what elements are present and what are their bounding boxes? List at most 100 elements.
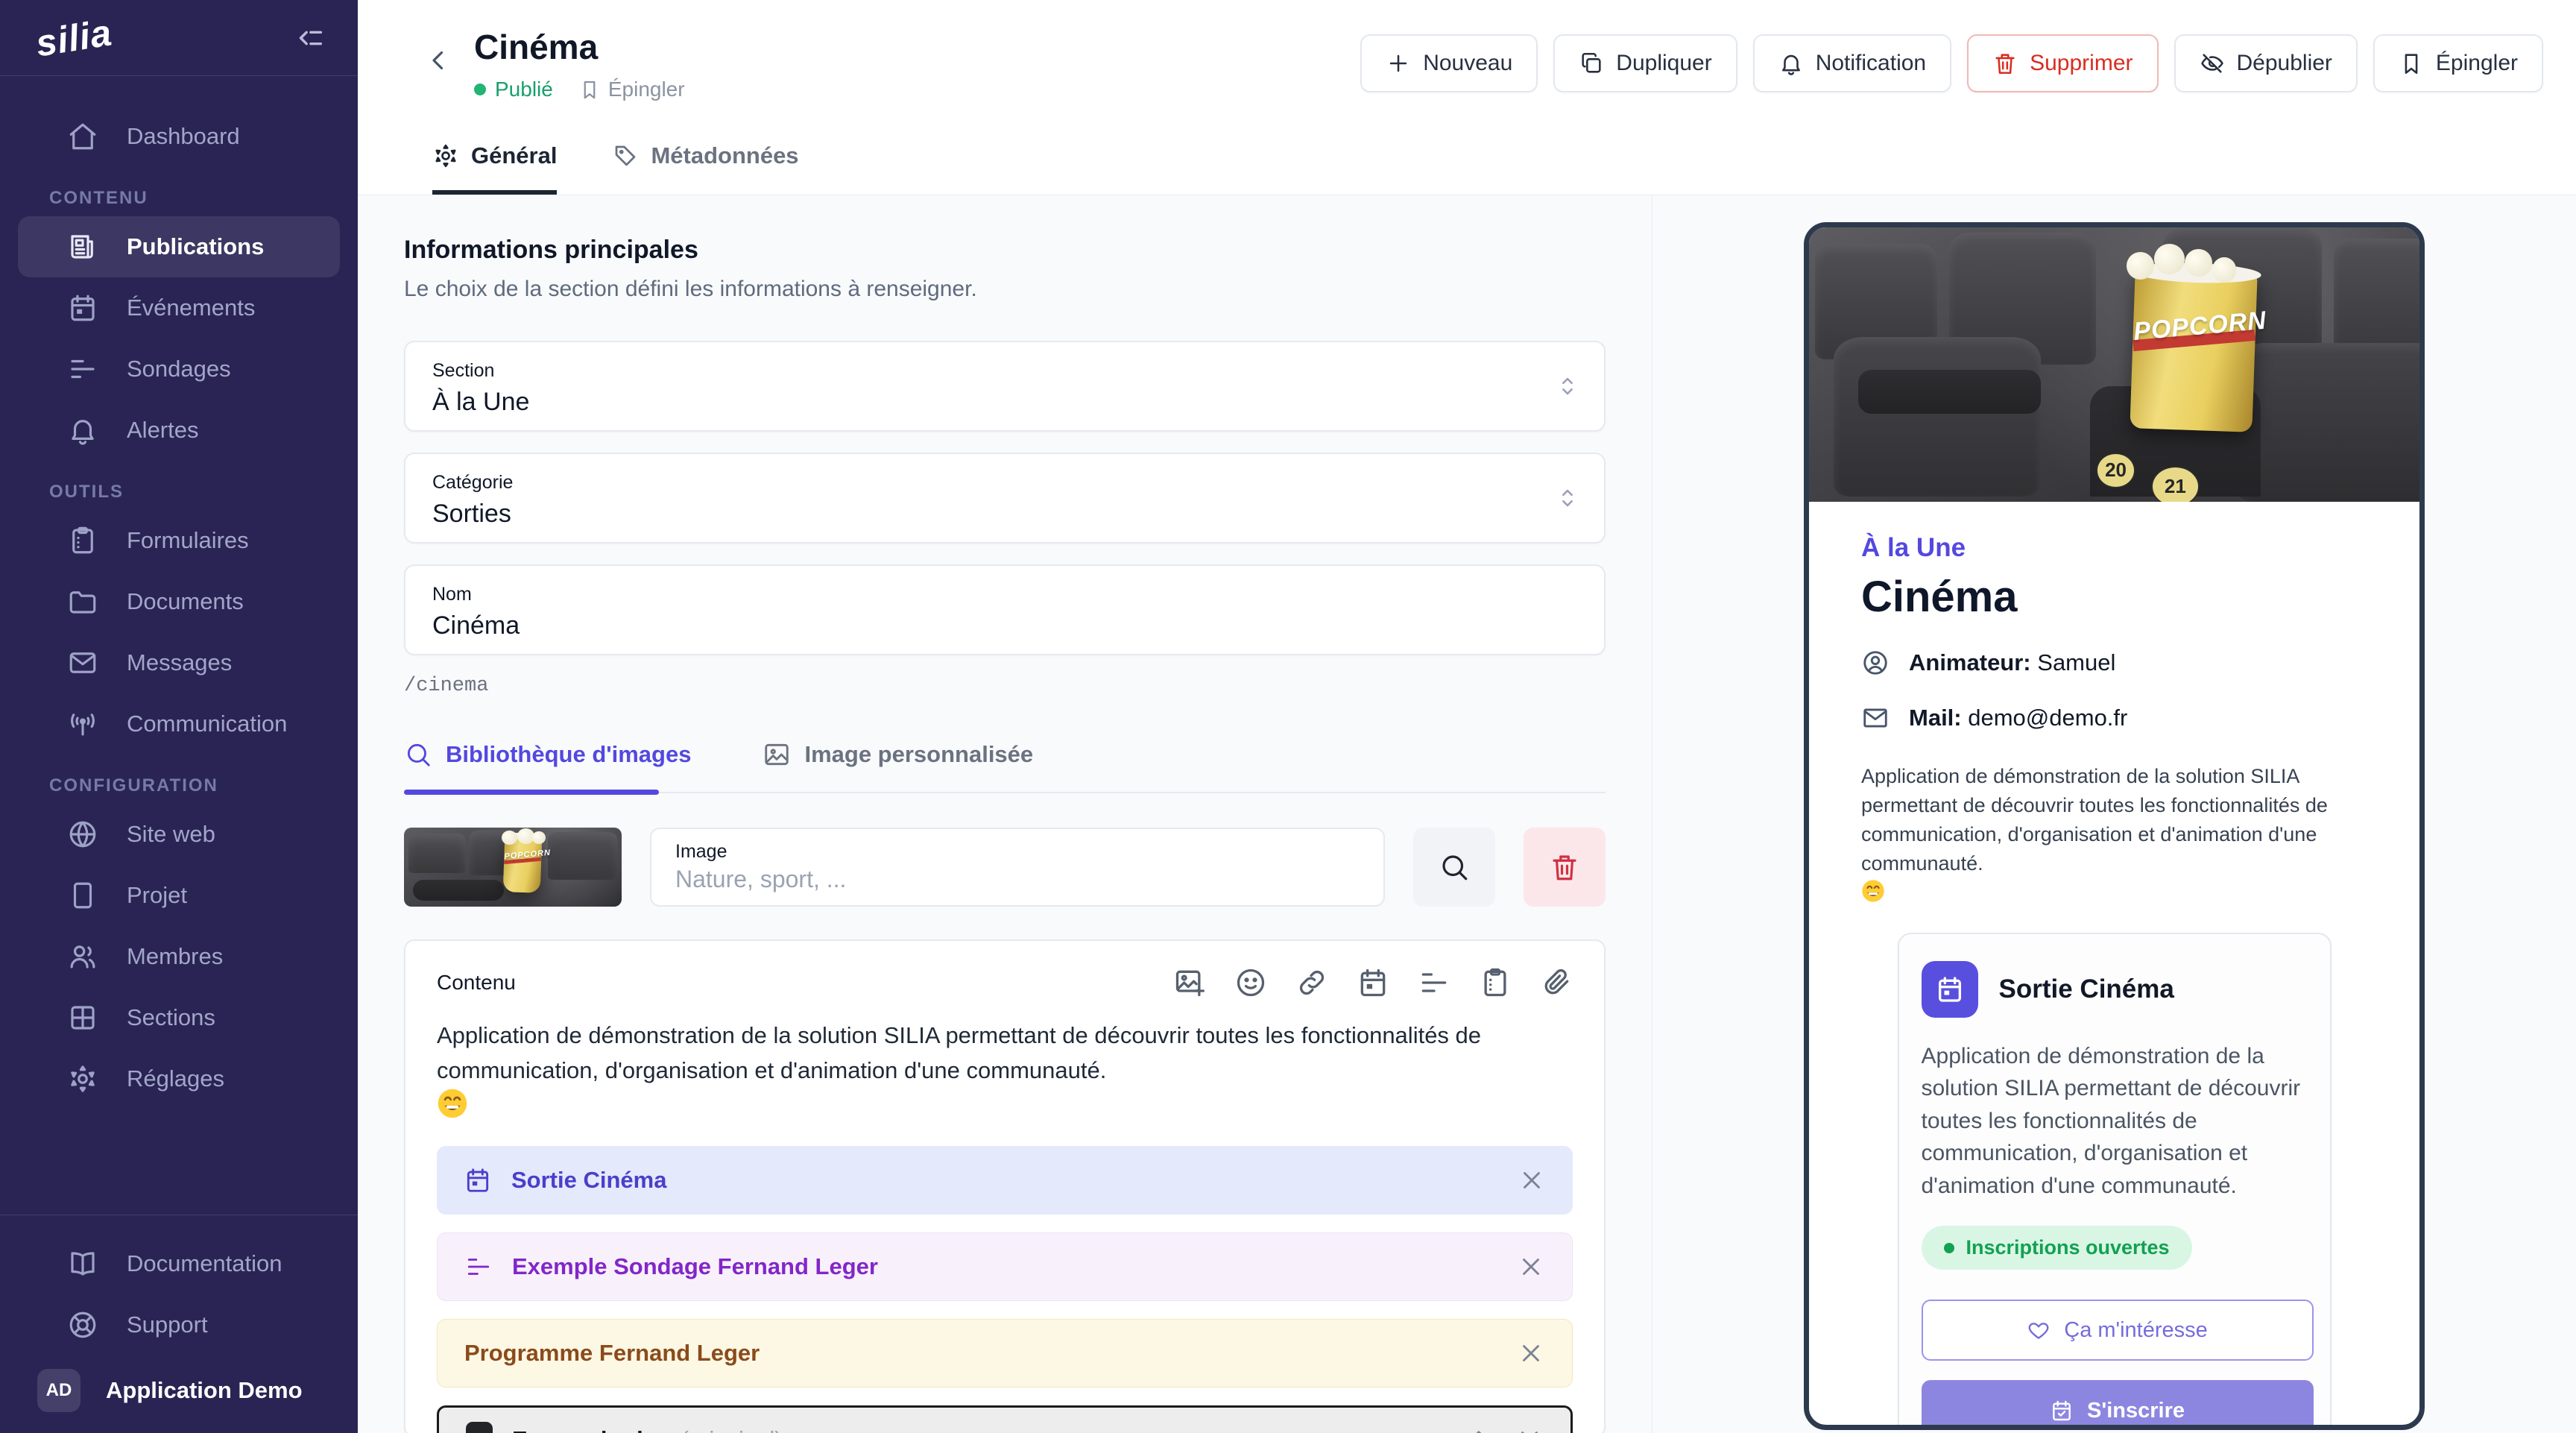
sidebar-item-label: Site web [127,821,215,848]
unpublish-button[interactable]: Dépublier [2174,34,2358,92]
copy-icon [1579,51,1604,76]
book-open-icon [67,1248,98,1279]
image-delete-button[interactable] [1524,828,1606,907]
seat-number: 21 [2151,466,2200,502]
button-label: S'inscrire [2087,1399,2185,1423]
image-search-field[interactable]: Image [650,828,1385,907]
badge-label: Inscriptions ouvertes [1966,1236,2170,1259]
button-label: Nouveau [1423,51,1512,76]
slug-text: /cinema [404,675,1606,697]
mail-row: Mail: demo@demo.fr [1861,704,2367,732]
chevrons-up-down-icon [1555,374,1580,399]
new-button[interactable]: Nouveau [1360,34,1538,92]
life-buoy-icon [67,1309,98,1341]
sidebar-item-documents[interactable]: Documents [18,571,340,632]
user-icon [1861,649,1890,677]
tab-image-library[interactable]: Bibliothèque d'images [404,740,691,769]
tab-label: Bibliothèque d'images [446,741,691,768]
field-label: Section [432,360,1577,382]
clipboard-icon[interactable] [1479,966,1512,999]
home-icon [67,121,98,152]
pin-button[interactable]: Épingler [2373,34,2543,92]
back-icon[interactable] [423,45,455,76]
block-programme[interactable]: Programme Fernand Leger [437,1319,1573,1388]
close-icon[interactable] [1517,1339,1545,1367]
tab-general[interactable]: Général [432,142,557,195]
subscribe-button[interactable]: S'inscrire [1922,1380,2314,1430]
button-label: Notification [1816,51,1926,76]
block-sortie-cinema[interactable]: Sortie Cinéma [437,1146,1573,1215]
sidebar-item-label: Dashboard [127,123,240,150]
tab-bar: Général Métadonnées [432,142,799,195]
preview-description: Application de démonstration de la solut… [1861,762,2367,879]
sidebar-item-communication[interactable]: Communication [18,693,340,755]
sidebar-item-sections[interactable]: Sections [18,987,340,1048]
paperclip-icon[interactable] [1540,966,1573,999]
trash-icon [1549,851,1580,883]
sidebar-item-dashboard[interactable]: Dashboard [18,106,340,167]
animateur-value: Samuel [2037,649,2115,675]
block-title: Sortie Cinéma [511,1167,666,1194]
event-icon-badge [1922,961,1978,1018]
sidebar-item-site-web[interactable]: Site web [18,804,340,865]
sidebar-item-label: Sondages [127,356,231,382]
close-icon[interactable] [1518,1166,1546,1194]
pencil-icon[interactable] [1462,1426,1490,1433]
inscriptions-badge: Inscriptions ouvertes [1922,1226,2192,1270]
nom-input[interactable] [432,611,1520,640]
status-label: Publié [495,78,553,101]
link-icon[interactable] [1295,966,1328,999]
folder-icon [67,586,98,617]
duplicate-button[interactable]: Dupliquer [1553,34,1737,92]
categorie-select[interactable]: Catégorie Sorties [404,453,1606,544]
sidebar-item-publications[interactable]: Publications [18,216,340,277]
sidebar-item-projet[interactable]: Projet [18,865,340,926]
animateur-row: Animateur: Samuel [1861,649,2367,677]
sidebar-item-documentation[interactable]: Documentation [18,1233,340,1294]
image-plus-icon[interactable] [1173,966,1206,999]
sidebar-collapse-icon[interactable] [292,21,326,55]
image-search-input[interactable] [675,866,1325,893]
sidebar-item-reglages[interactable]: Réglages [18,1048,340,1109]
block-en-savoir-plus[interactable]: En savoir plus (principal) [437,1405,1573,1433]
content-editor[interactable]: Contenu Application de démonstration de … [404,939,1606,1433]
delete-button[interactable]: Supprimer [1967,34,2158,92]
poll-lines-icon[interactable] [1418,966,1450,999]
interest-button[interactable]: Ça m'intéresse [1922,1300,2314,1361]
nom-field[interactable]: Nom [404,564,1606,655]
page-header: Cinéma Publié Épingler Nouveau [358,0,2576,195]
poll-icon [67,353,98,385]
calendar-icon[interactable] [1357,966,1389,999]
block-sondage[interactable]: Exemple Sondage Fernand Leger [437,1232,1573,1301]
sidebar-item-sondages[interactable]: Sondages [18,338,340,400]
pin-toggle[interactable]: Épingler [578,78,685,101]
tab-metadonnees[interactable]: Métadonnées [612,142,798,195]
sidebar-item-alertes[interactable]: Alertes [18,400,340,461]
sidebar-item-label: Messages [127,649,232,676]
preview-cover-image: POPCORN 20 21 [1809,227,2419,502]
user-menu[interactable]: AD Application Demo [0,1369,358,1412]
gear-icon [432,142,459,169]
image-thumbnail[interactable]: POPCORN [404,828,622,907]
bookmark-icon [578,78,601,101]
calendar-check-icon [2050,1399,2074,1423]
smile-icon[interactable] [1234,966,1267,999]
section-select[interactable]: Section À la Une [404,341,1606,432]
sidebar-item-messages[interactable]: Messages [18,632,340,693]
close-icon[interactable] [1517,1253,1545,1281]
section-heading: Informations principales [404,236,1606,265]
notification-button[interactable]: Notification [1753,34,1951,92]
sidebar-item-support[interactable]: Support [18,1294,340,1355]
main-area: Cinéma Publié Épingler Nouveau [358,0,2576,1433]
sidebar-item-evenements[interactable]: Événements [18,277,340,338]
sidebar-item-membres[interactable]: Membres [18,926,340,987]
image-search-button[interactable] [1413,828,1495,907]
tab-custom-image[interactable]: Image personnalisée [763,740,1033,769]
mail-icon [67,647,98,678]
chevrons-up-down-icon [1555,485,1580,511]
sidebar-item-formulaires[interactable]: Formulaires [18,510,340,571]
image-source-tabs: Bibliothèque d'images Image personnalisé… [404,740,1606,769]
block-title: Exemple Sondage Fernand Leger [512,1253,878,1280]
close-icon[interactable] [1515,1426,1544,1433]
sidebar: silia Dashboard CONTENU Publications Évé… [0,0,358,1433]
